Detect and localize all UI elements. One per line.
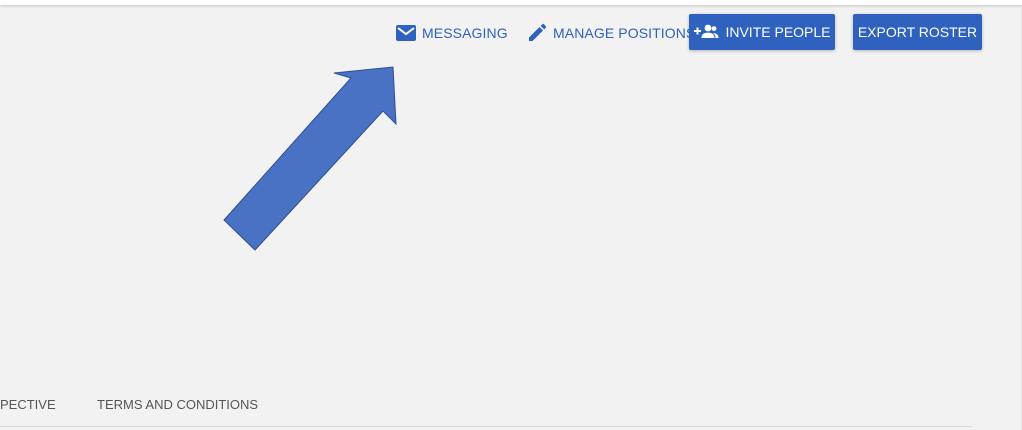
annotation-arrow-icon [223,66,397,251]
footer-divider [0,426,972,427]
top-header-edge [0,0,1022,5]
page: MESSAGING MANAGE POSITIONS INVITE PEOPLE… [0,0,1022,430]
footer-link-terms[interactable]: TERMS AND CONDITIONS [97,397,258,412]
footer-link-perspective[interactable]: PECTIVE [0,397,56,412]
